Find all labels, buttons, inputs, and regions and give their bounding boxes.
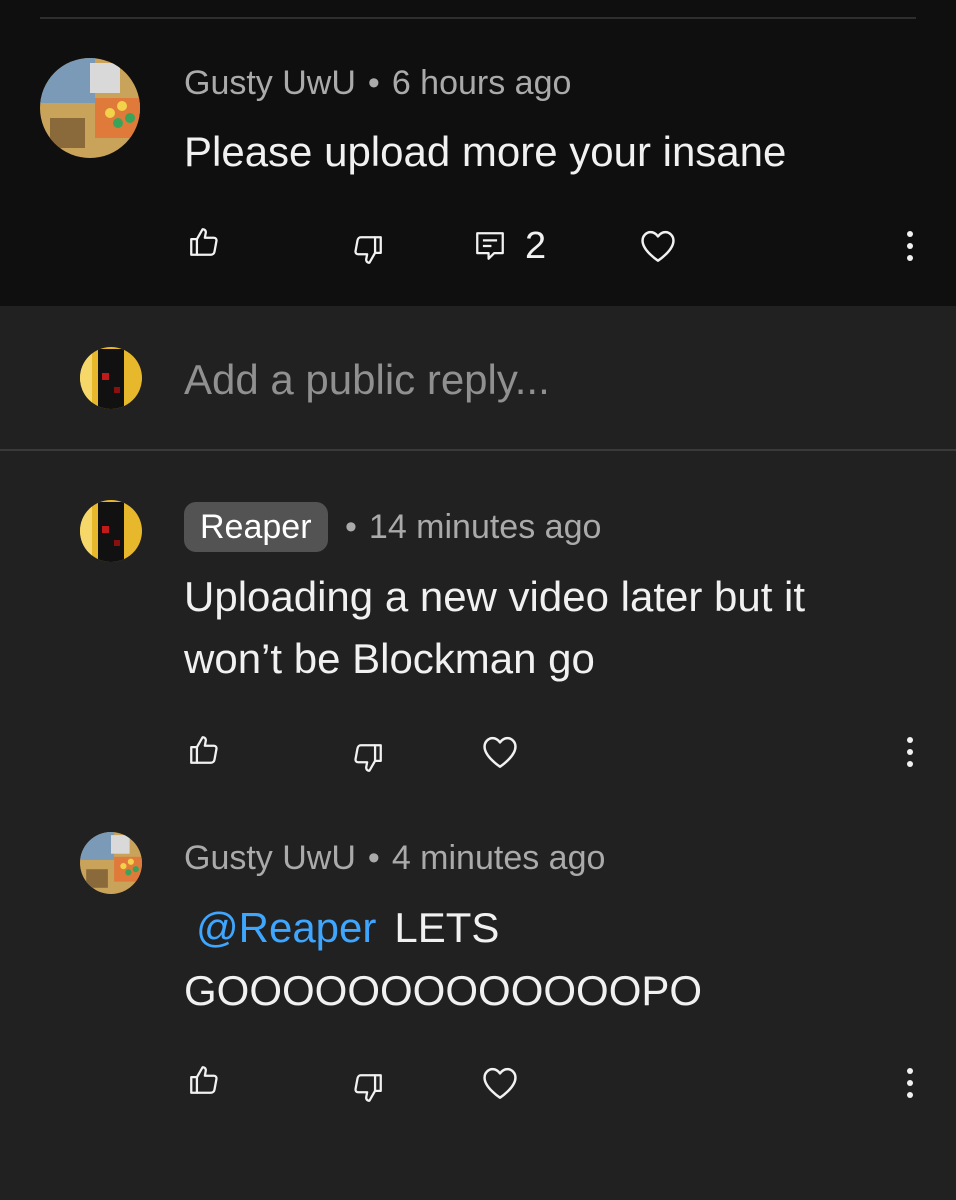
more-vertical-icon[interactable] xyxy=(890,1063,930,1103)
reply-meta: • 14 minutes ago xyxy=(333,508,601,547)
reply-text-line1: Uploading a new video later but it xyxy=(184,573,806,620)
avatar-reaper[interactable] xyxy=(80,500,142,562)
divider xyxy=(40,17,916,19)
reply-text-line1: @Reaper LETS xyxy=(184,897,499,959)
meta-separator: • xyxy=(345,508,357,546)
thumbs-up-icon[interactable] xyxy=(184,730,224,770)
meta-separator: • xyxy=(367,839,380,877)
avatar-gusty[interactable] xyxy=(40,58,140,158)
more-vertical-icon[interactable] xyxy=(890,226,930,266)
meta-separator: • xyxy=(367,64,380,102)
thumbs-down-icon[interactable] xyxy=(348,1068,388,1108)
avatar-current-user xyxy=(80,347,142,409)
comment-text: Please upload more your insane xyxy=(184,128,787,175)
reply-time: 4 minutes ago xyxy=(391,839,606,877)
reply-count[interactable]: 2 xyxy=(525,225,546,268)
reply-time: 14 minutes ago xyxy=(368,508,602,546)
reply-meta: Gusty UwU • 4 minutes ago xyxy=(184,839,605,878)
avatar-gusty[interactable] xyxy=(80,832,142,894)
heart-icon[interactable] xyxy=(478,1063,522,1103)
reply-input[interactable]: Add a public reply... xyxy=(184,356,550,404)
mention-link[interactable]: @Reaper xyxy=(196,904,376,951)
comment-replies-icon[interactable] xyxy=(470,226,510,266)
reply-text: LETS xyxy=(394,904,500,951)
comment-author[interactable]: Gusty UwU xyxy=(184,64,356,103)
heart-icon[interactable] xyxy=(478,732,522,772)
reply-text-line2: won’t be Blockman go xyxy=(184,635,595,682)
thumbs-down-icon[interactable] xyxy=(348,230,388,270)
heart-icon[interactable] xyxy=(636,226,680,266)
comment-meta: Gusty UwU • 6 hours ago xyxy=(184,64,571,103)
reply-author[interactable]: Gusty UwU xyxy=(184,839,356,878)
author-chip[interactable]: Reaper xyxy=(184,502,328,552)
thumbs-up-icon[interactable] xyxy=(184,222,224,262)
reply-text-line2: GOOOOOOOOOOOOOPO xyxy=(184,967,703,1014)
comment-time: 6 hours ago xyxy=(391,64,572,102)
thumbs-down-icon[interactable] xyxy=(348,738,388,778)
thumbs-up-icon[interactable] xyxy=(184,1060,224,1100)
more-vertical-icon[interactable] xyxy=(890,732,930,772)
